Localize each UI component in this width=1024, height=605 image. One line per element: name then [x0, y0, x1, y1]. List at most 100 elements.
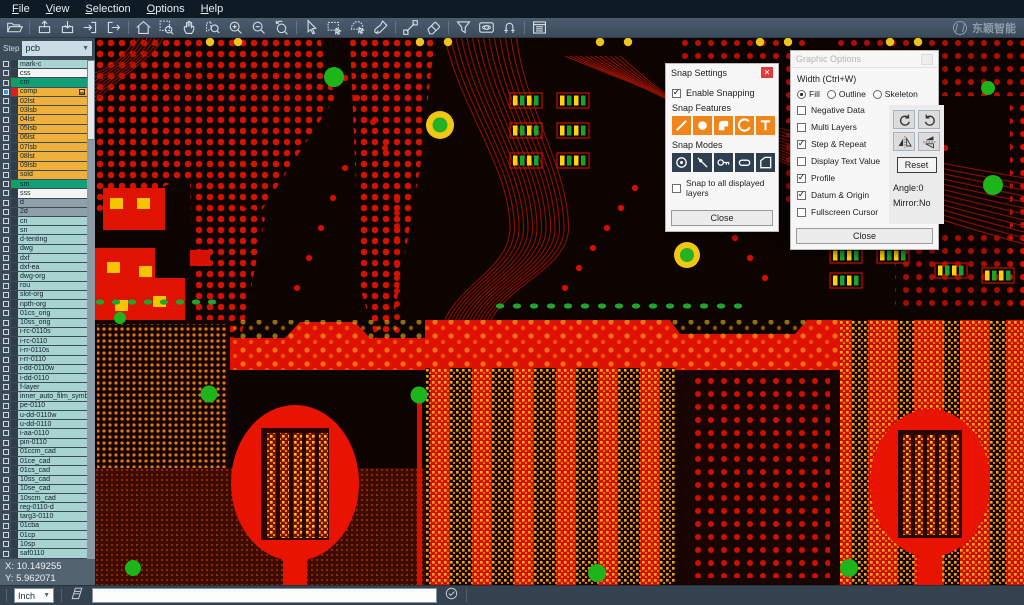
- layer-row[interactable]: 01cs_cad: [0, 466, 87, 474]
- graphic-dialog-titlebar[interactable]: Graphic Options: [791, 51, 938, 68]
- layer-name[interactable]: i-rr-0110: [18, 356, 87, 364]
- layer-row[interactable]: sm: [0, 180, 87, 188]
- layer-color-swatch[interactable]: [11, 245, 18, 253]
- layer-color-swatch[interactable]: [11, 226, 18, 234]
- layer-visibility-checkbox[interactable]: [0, 69, 11, 77]
- checkbox-icon[interactable]: [3, 274, 9, 280]
- layer-row[interactable]: sold: [0, 171, 87, 179]
- layer-name[interactable]: i-aa-0110: [18, 429, 87, 437]
- option-display-text-value[interactable]: Display Text Value: [797, 156, 889, 166]
- layer-row[interactable]: dwg: [0, 245, 87, 253]
- layer-visibility-checkbox[interactable]: [0, 319, 11, 327]
- menu-item-view[interactable]: View: [38, 2, 78, 16]
- layer-name[interactable]: 2d: [18, 208, 87, 216]
- layer-name[interactable]: 01cp: [18, 531, 87, 539]
- layer-visibility-checkbox[interactable]: [0, 245, 11, 253]
- eraser-icon[interactable]: [422, 19, 445, 37]
- layer-row[interactable]: sn: [0, 226, 87, 234]
- layer-color-swatch[interactable]: [11, 180, 18, 188]
- checkbox-icon[interactable]: [3, 403, 9, 409]
- open-icon[interactable]: [3, 19, 26, 37]
- layer-color-swatch[interactable]: [11, 189, 18, 197]
- layer-visibility-checkbox[interactable]: [0, 162, 11, 170]
- checkbox-icon[interactable]: [3, 495, 9, 501]
- layer-name[interactable]: dxf-ea: [18, 263, 87, 271]
- layer-row[interactable]: i-rc-0110: [0, 337, 87, 345]
- checkbox-icon[interactable]: [3, 246, 9, 252]
- layer-row[interactable]: npth-org: [0, 300, 87, 308]
- layer-name[interactable]: 09lsb: [18, 162, 87, 170]
- layer-color-swatch[interactable]: [11, 374, 18, 382]
- layer-color-swatch[interactable]: [11, 235, 18, 243]
- checkbox-icon[interactable]: [3, 181, 9, 187]
- layer-row[interactable]: dxf: [0, 254, 87, 262]
- layer-row[interactable]: css: [0, 69, 87, 77]
- layer-name[interactable]: dwg-org: [18, 272, 87, 280]
- zoom-area-icon[interactable]: [201, 19, 224, 37]
- layer-color-swatch[interactable]: [11, 420, 18, 428]
- layer-color-swatch[interactable]: [11, 152, 18, 160]
- checkbox-icon[interactable]: [3, 200, 9, 206]
- layer-visibility-checkbox[interactable]: [0, 263, 11, 271]
- checkbox-icon[interactable]: [3, 80, 9, 86]
- menu-item-options[interactable]: Options: [139, 2, 193, 16]
- layer-color-swatch[interactable]: [11, 356, 18, 364]
- option-fullscreen-cursor[interactable]: Fullscreen Cursor: [797, 207, 889, 217]
- checkbox-icon[interactable]: [3, 98, 9, 104]
- layer-name[interactable]: 07lsb: [18, 143, 87, 151]
- checkbox-icon[interactable]: [3, 255, 9, 261]
- checkbox-icon[interactable]: [3, 514, 9, 520]
- option-step-repeat[interactable]: Step & Repeat: [797, 139, 889, 149]
- layer-visibility-checkbox[interactable]: [0, 531, 11, 539]
- layer-row[interactable]: dwg-org: [0, 272, 87, 280]
- layer-name[interactable]: d: [18, 199, 87, 207]
- checkbox-icon[interactable]: [3, 329, 9, 335]
- layer-name[interactable]: cn: [18, 217, 87, 225]
- layer-color-swatch[interactable]: [11, 78, 18, 86]
- layer-visibility-checkbox[interactable]: [0, 217, 11, 225]
- checkbox-icon[interactable]: [3, 163, 9, 169]
- checkbox-icon[interactable]: [797, 157, 806, 166]
- layer-name[interactable]: 05lsb: [18, 125, 87, 133]
- layer-color-swatch[interactable]: [11, 263, 18, 271]
- layer-visibility-checkbox[interactable]: [0, 494, 11, 502]
- checkbox-icon[interactable]: [3, 107, 9, 113]
- layer-row[interactable]: 01ccm_cad: [0, 448, 87, 456]
- layer-color-swatch[interactable]: [11, 429, 18, 437]
- layer-row[interactable]: i-rr-0110: [0, 356, 87, 364]
- layer-name[interactable]: dxf: [18, 254, 87, 262]
- surface-snap-icon[interactable]: [714, 116, 733, 135]
- layer-color-swatch[interactable]: [11, 291, 18, 299]
- layer-visibility-checkbox[interactable]: [0, 143, 11, 151]
- layer-visibility-checkbox[interactable]: [0, 466, 11, 474]
- layer-name[interactable]: i-dd-0110: [18, 374, 87, 382]
- layer-visibility-checkbox[interactable]: [0, 189, 11, 197]
- checkbox-icon[interactable]: [3, 394, 9, 400]
- layer-name[interactable]: sm: [18, 180, 87, 188]
- layer-visibility-checkbox[interactable]: [0, 60, 11, 68]
- layer-visibility-checkbox[interactable]: [0, 420, 11, 428]
- layer-row[interactable]: pe-0110: [0, 402, 87, 410]
- layer-visibility-checkbox[interactable]: [0, 374, 11, 382]
- layer-color-swatch[interactable]: [11, 282, 18, 290]
- layer-visibility-checkbox[interactable]: [0, 291, 11, 299]
- text-snap-icon[interactable]: [756, 116, 775, 135]
- snap-icon[interactable]: [498, 19, 521, 37]
- zoom-prev-icon[interactable]: [270, 19, 293, 37]
- radio-skeleton[interactable]: Skeleton: [873, 89, 918, 99]
- layer-color-swatch[interactable]: [11, 171, 18, 179]
- layer-visibility-checkbox[interactable]: [0, 282, 11, 290]
- checkbox-icon[interactable]: [3, 486, 9, 492]
- zoom-in-icon[interactable]: [224, 19, 247, 37]
- layer-row[interactable]: i-aa-0110: [0, 429, 87, 437]
- arc-snap-icon[interactable]: [735, 116, 754, 135]
- layer-visibility-checkbox[interactable]: [0, 134, 11, 142]
- layer-name[interactable]: inner_auto_film_symb: [18, 392, 87, 400]
- layer-color-swatch[interactable]: [11, 328, 18, 336]
- layer-visibility-checkbox[interactable]: [0, 152, 11, 160]
- layer-row[interactable]: slot-org: [0, 291, 87, 299]
- layer-color-swatch[interactable]: [11, 392, 18, 400]
- layer-visibility-checkbox[interactable]: [0, 272, 11, 280]
- layer-name[interactable]: 01ccm_cad: [18, 448, 87, 456]
- layer-visibility-checkbox[interactable]: [0, 457, 11, 465]
